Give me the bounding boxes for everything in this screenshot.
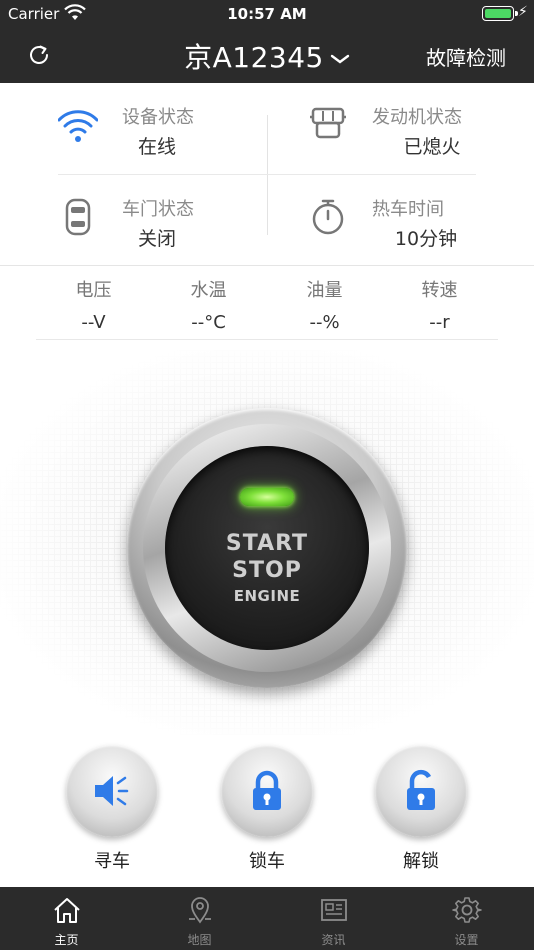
map-pin-icon (189, 897, 211, 924)
door-status-label: 车门状态 (122, 199, 194, 220)
metric-value: --% (309, 312, 340, 333)
unlock-car-button[interactable]: 解锁 (361, 745, 481, 875)
engine-text-stop: STOP (232, 558, 302, 583)
lock-car-button[interactable]: 锁车 (207, 745, 327, 875)
unlock-icon (407, 769, 435, 810)
header: Carrier 10:57 AM ⚡ 京A12345 故障检测 (0, 0, 534, 83)
device-status-value: 在线 (137, 136, 176, 158)
engine-control-area: START STOP ENGINE (0, 350, 534, 735)
engine-icon (310, 107, 346, 139)
tab-label: 资讯 (321, 933, 346, 947)
clock: 10:57 AM (227, 5, 307, 23)
metric-label: 电压 (75, 280, 112, 301)
tab-news[interactable]: 资讯 (267, 887, 400, 950)
tab-bar: 主页 地图 资讯 设置 (0, 887, 534, 950)
metric-value: --°C (191, 312, 226, 333)
warmup-time-value: 10分钟 (394, 228, 458, 250)
metric-label: 油量 (306, 280, 343, 301)
lock-icon (253, 770, 281, 810)
metrics-row: 电压 --V 水温 --°C 油量 --% 转速 --r (36, 266, 498, 340)
news-icon (321, 899, 347, 921)
device-status-label: 设备状态 (122, 107, 194, 128)
tab-label: 设置 (454, 933, 479, 947)
door-status-value: 关闭 (137, 228, 176, 250)
engine-indicator-led (240, 488, 294, 506)
find-car-button[interactable]: 寻车 (52, 745, 172, 875)
tab-label: 主页 (54, 933, 79, 947)
tab-settings[interactable]: 设置 (400, 887, 533, 950)
tab-home[interactable]: 主页 (0, 887, 133, 950)
action-buttons: 寻车 锁车 解锁 (0, 735, 534, 887)
door-status: 车门状态 关闭 (58, 175, 258, 250)
metric-label: 转速 (421, 280, 458, 301)
car-door-icon (65, 198, 91, 236)
device-status: 设备状态 在线 (58, 83, 258, 158)
engine-status-value: 已熄火 (403, 136, 461, 158)
stopwatch-icon (312, 199, 344, 235)
engine-text-start: START (225, 531, 309, 556)
metric-label: 水温 (190, 280, 227, 301)
tab-map[interactable]: 地图 (133, 887, 266, 950)
chevron-down-icon (330, 54, 350, 64)
engine-status-label: 发动机状态 (372, 107, 462, 128)
unlock-car-label: 解锁 (403, 851, 439, 872)
warmup-time: 热车时间 10分钟 (308, 175, 508, 250)
engine-start-stop-button[interactable]: START STOP ENGINE (127, 408, 407, 688)
status-bar: Carrier 10:57 AM ⚡ (0, 0, 534, 28)
engine-status: 发动机状态 已熄火 (308, 83, 508, 158)
plate-number: 京A12345 (184, 41, 324, 74)
vehicle-status-panel: 设备状态 在线 发动机状态 已熄火 车门状态 关闭 热车时间 10分钟 (0, 83, 534, 266)
metric-value: --r (429, 312, 450, 333)
battery-icon (482, 6, 518, 21)
wifi-signal-icon (58, 110, 98, 142)
fault-check-button[interactable]: 故障检测 (426, 42, 506, 71)
engine-text-engine: ENGINE (233, 587, 301, 605)
gear-icon (452, 897, 482, 923)
metric-value: --V (81, 312, 106, 333)
home-icon (54, 898, 80, 923)
warmup-time-label: 热车时间 (372, 199, 444, 220)
lock-car-label: 锁车 (249, 851, 285, 872)
find-car-label: 寻车 (94, 851, 130, 872)
charging-icon: ⚡ (518, 4, 528, 20)
tab-label: 地图 (187, 933, 212, 947)
speaker-icon (95, 776, 129, 806)
